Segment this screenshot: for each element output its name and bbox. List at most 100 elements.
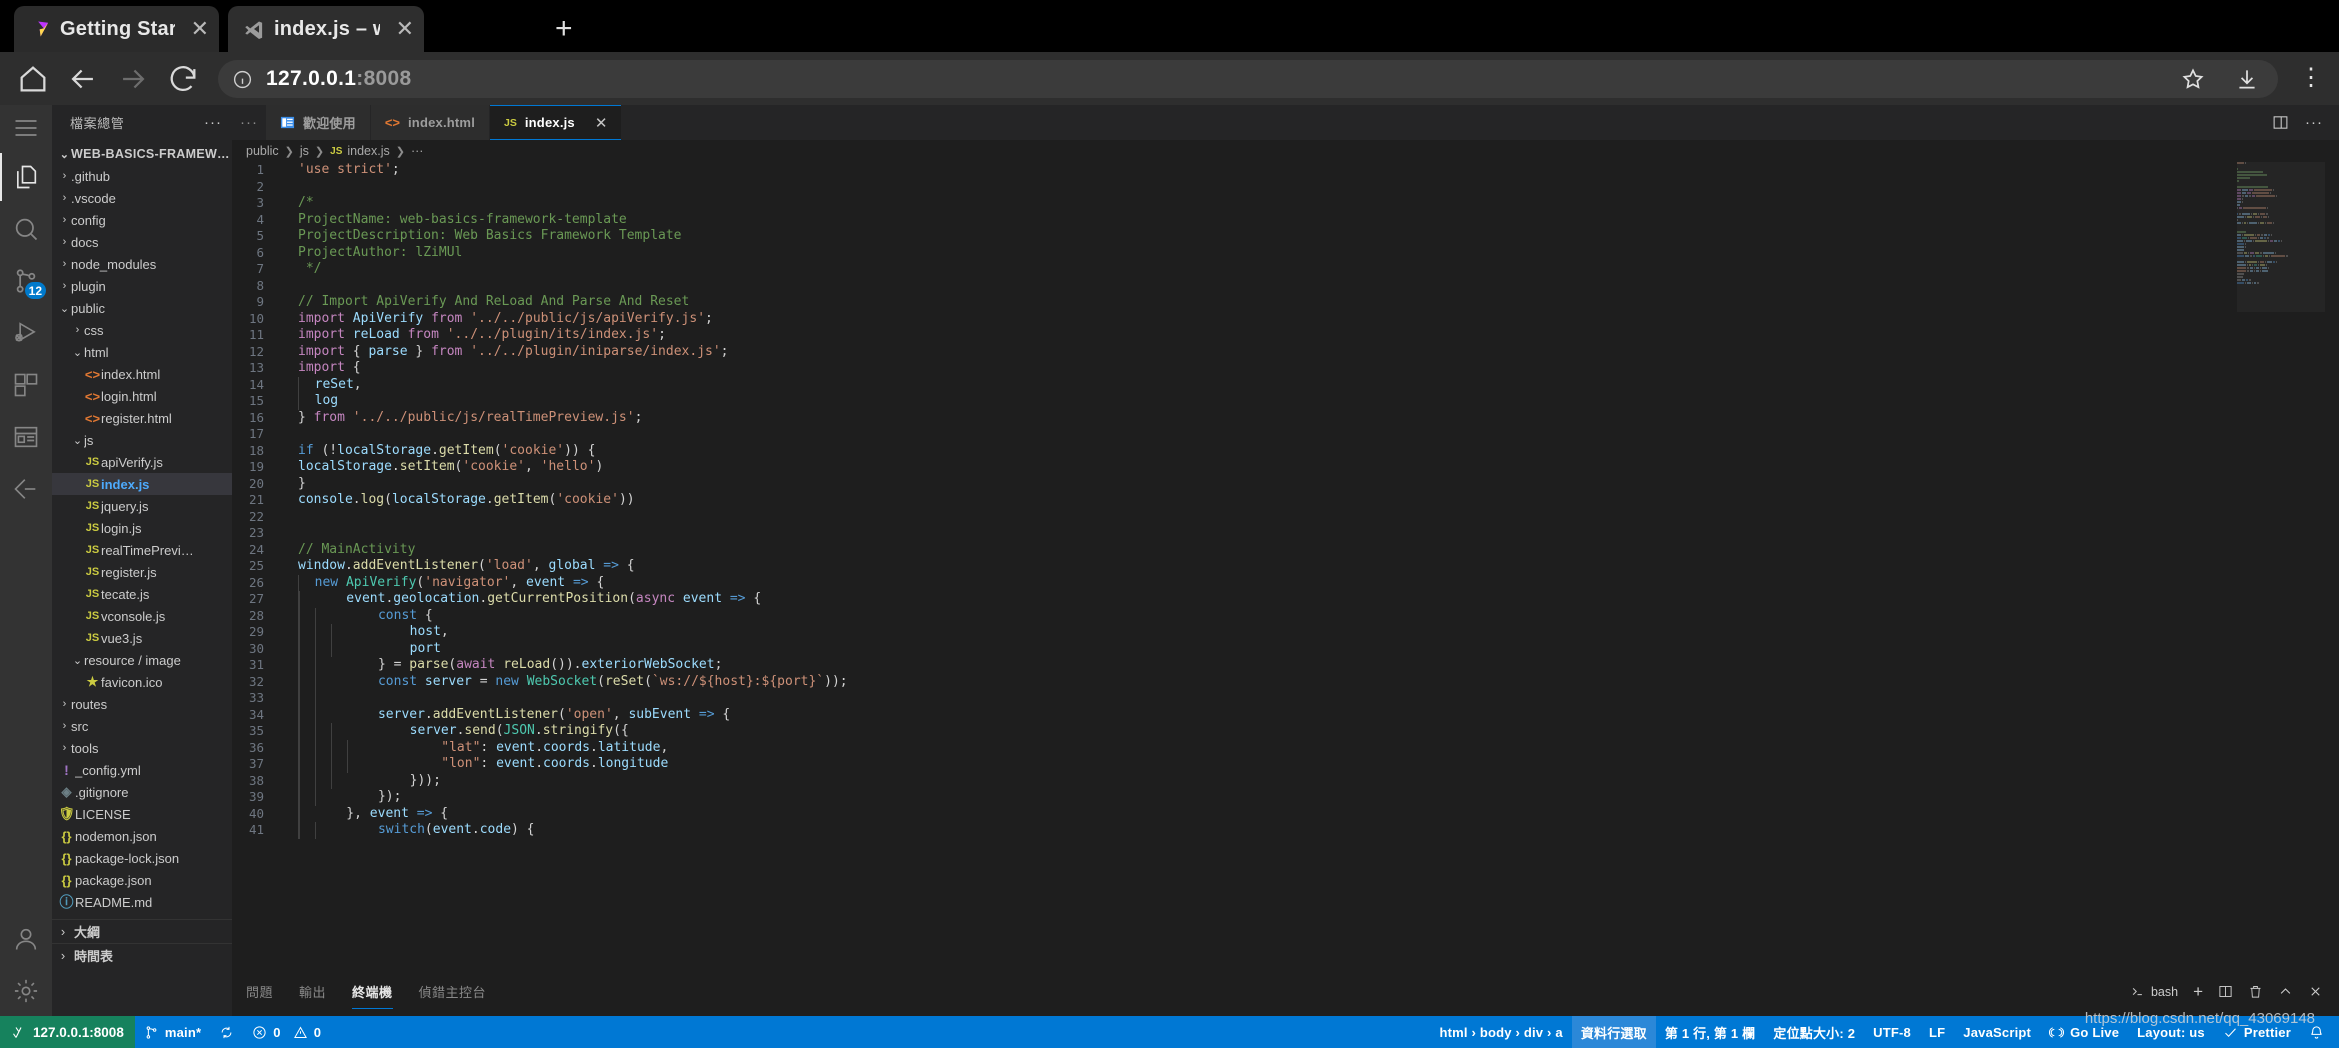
explorer-more-actions[interactable]: ···: [204, 114, 228, 131]
minimap-segment: [2237, 219, 2238, 221]
tree-folder[interactable]: › config: [52, 209, 232, 231]
code-content[interactable]: 1 'use strict'; 2 3 /* 4 ProjectName: web-basi…: [232, 162, 2339, 839]
address-bar[interactable]: 127.0.0.1:8008: [218, 60, 2278, 98]
status-encoding[interactable]: UTF-8: [1864, 1016, 1920, 1048]
tree-file[interactable]: JS register.js: [52, 561, 232, 583]
tree-file[interactable]: <> login.html: [52, 385, 232, 407]
minimap-segment: [2245, 216, 2247, 218]
tree-folder[interactable]: ⌄ html: [52, 341, 232, 363]
tree-file[interactable]: <> index.html: [52, 363, 232, 385]
editor-tab-welcome[interactable]: 歡迎使用: [266, 105, 371, 140]
activity-search[interactable]: [0, 203, 52, 255]
activity-accounts[interactable]: [0, 913, 52, 965]
status-column-selection[interactable]: 資料行選取: [1571, 1016, 1656, 1048]
split-editor-icon[interactable]: [2272, 114, 2289, 131]
status-sync[interactable]: [210, 1016, 243, 1048]
tree-file[interactable]: ◈ .gitignore: [52, 781, 232, 803]
code-editor[interactable]: 1 'use strict'; 2 3 /* 4 ProjectName: web-basi…: [232, 162, 2339, 974]
status-cursor-position[interactable]: 第 1 行, 第 1 欄: [1656, 1016, 1765, 1048]
breadcrumb-item-index-js[interactable]: JS index.js: [330, 144, 390, 158]
tree-folder[interactable]: ⌄ public: [52, 297, 232, 319]
activity-settings[interactable]: [0, 965, 52, 1017]
tree-file[interactable]: ! _config.yml: [52, 759, 232, 781]
timeline-panel-header[interactable]: › 時間表: [52, 943, 232, 967]
minimap-segment: [2262, 267, 2268, 269]
tree-file[interactable]: JS realTimePrevi…: [52, 539, 232, 561]
tree-folder[interactable]: › docs: [52, 231, 232, 253]
back-arrow-icon[interactable]: [66, 62, 100, 96]
new-terminal-button[interactable]: +: [2193, 982, 2203, 1002]
status-language-mode[interactable]: JavaScript: [1954, 1016, 2040, 1048]
tree-file[interactable]: JS tecate.js: [52, 583, 232, 605]
chevron-up-icon[interactable]: [2278, 984, 2293, 999]
tree-file[interactable]: JS jquery.js: [52, 495, 232, 517]
close-icon[interactable]: ✕: [390, 18, 414, 40]
tree-folder[interactable]: › tools: [52, 737, 232, 759]
reload-icon[interactable]: [166, 62, 200, 96]
breadcrumb-item-js[interactable]: js: [300, 144, 309, 158]
hamburger-menu-button[interactable]: [0, 105, 52, 151]
tree-file[interactable]: {} package.json: [52, 869, 232, 891]
home-icon[interactable]: [16, 62, 50, 96]
tree-folder[interactable]: › plugin: [52, 275, 232, 297]
bookmark-star-icon[interactable]: [2180, 66, 2206, 92]
download-icon[interactable]: [2234, 66, 2260, 92]
panel-tab-terminal[interactable]: 終端機: [352, 974, 393, 1009]
editor-more-actions[interactable]: ···: [2305, 114, 2323, 131]
status-eol[interactable]: LF: [1920, 1016, 1954, 1048]
editor-tabs-overflow[interactable]: ···: [232, 105, 266, 140]
activity-remote-explorer[interactable]: [0, 463, 52, 515]
status-tab-size[interactable]: 定位點大小: 2: [1764, 1016, 1864, 1048]
breadcrumb-item-public[interactable]: public: [246, 144, 279, 158]
remote-indicator[interactable]: 127.0.0.1:8008: [0, 1016, 135, 1048]
code-token: send: [464, 723, 496, 738]
status-html-path[interactable]: html › body › div › a: [1430, 1016, 1571, 1048]
tree-file[interactable]: {} nodemon.json: [52, 825, 232, 847]
browser-tab-vite[interactable]: Getting Started | Vite ✕: [14, 6, 219, 52]
close-icon[interactable]: ✕: [595, 114, 608, 132]
panel-tab-debug-console[interactable]: 偵錯主控台: [419, 974, 487, 1009]
tree-folder[interactable]: › src: [52, 715, 232, 737]
tree-file[interactable]: JS login.js: [52, 517, 232, 539]
split-terminal-icon[interactable]: [2218, 984, 2233, 999]
tree-folder[interactable]: › .github: [52, 165, 232, 187]
minimap[interactable]: [2237, 162, 2325, 312]
activity-explorer[interactable]: [0, 151, 52, 203]
activity-source-control[interactable]: 12: [0, 255, 52, 307]
status-branch[interactable]: main*: [135, 1016, 210, 1048]
breadcrumb-item-symbols[interactable]: ···: [411, 144, 424, 158]
close-icon[interactable]: ✕: [185, 18, 209, 40]
tree-file[interactable]: JS index.js: [52, 473, 232, 495]
activity-extensions[interactable]: [0, 359, 52, 411]
activity-live-preview[interactable]: [0, 411, 52, 463]
indent-guide: [315, 789, 331, 806]
tree-folder[interactable]: › routes: [52, 693, 232, 715]
tree-file[interactable]: {} package-lock.json: [52, 847, 232, 869]
tree-file[interactable]: <> register.html: [52, 407, 232, 429]
tree-file[interactable]: 🛡 LICENSE: [52, 803, 232, 825]
terminal-shell-selector[interactable]: bash: [2130, 984, 2178, 999]
editor-tab-index-html[interactable]: <> index.html: [370, 105, 491, 140]
activity-run-debug[interactable]: [0, 307, 52, 359]
close-icon[interactable]: [2308, 984, 2323, 999]
panel-tab-output[interactable]: 輸出: [299, 974, 326, 1009]
tree-folder[interactable]: ⌄ resource / image: [52, 649, 232, 671]
browser-menu-button[interactable]: ⋮: [2299, 66, 2325, 90]
browser-tab-vscode[interactable]: index.js – web-basics-fra ✕: [228, 6, 424, 52]
outline-panel-header[interactable]: › 大綱: [52, 919, 232, 943]
tree-folder[interactable]: ⌄ js: [52, 429, 232, 451]
tree-file[interactable]: ⓘ README.md: [52, 891, 232, 913]
tree-folder[interactable]: › .vscode: [52, 187, 232, 209]
tree-root[interactable]: ⌄ WEB-BASICS-FRAMEW…: [52, 143, 232, 165]
new-tab-button[interactable]: +: [555, 14, 573, 44]
editor-tab-index-js[interactable]: JS index.js ✕: [490, 105, 623, 140]
trash-icon[interactable]: [2248, 984, 2263, 999]
tree-file[interactable]: JS apiVerify.js: [52, 451, 232, 473]
status-problems[interactable]: 0 0: [243, 1016, 330, 1048]
tree-file[interactable]: JS vue3.js: [52, 627, 232, 649]
tree-folder[interactable]: › node_modules: [52, 253, 232, 275]
panel-tab-problems[interactable]: 問題: [246, 974, 273, 1009]
tree-folder[interactable]: › css: [52, 319, 232, 341]
tree-file[interactable]: ★ favicon.ico: [52, 671, 232, 693]
tree-file[interactable]: JS vconsole.js: [52, 605, 232, 627]
